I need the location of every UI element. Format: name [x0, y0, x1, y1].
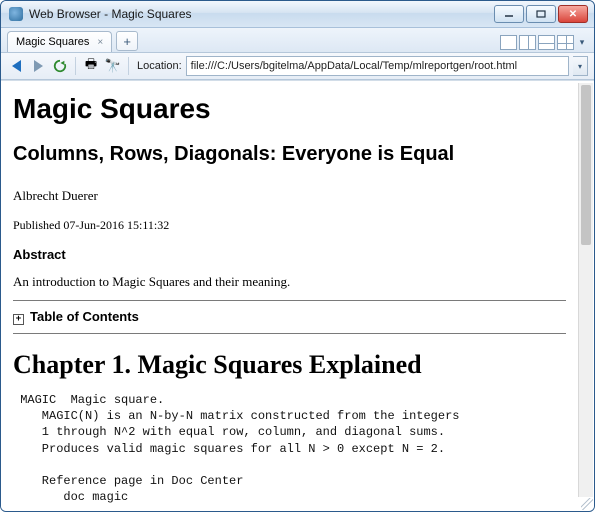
reload-icon [53, 59, 67, 73]
code-block: MAGIC Magic square. MAGIC(N) is an N-by-… [13, 392, 566, 505]
minimize-icon [504, 10, 514, 18]
chevron-down-icon: ▾ [578, 62, 582, 71]
toolbar-separator [75, 57, 76, 75]
binoculars-icon: 🔭 [105, 58, 121, 74]
nav-toolbar: 🖶 🔭 Location: file:///C:/Users/bgitelma/… [1, 53, 594, 80]
toc-label: Table of Contents [30, 309, 139, 324]
chevron-down-icon: ▾ [580, 37, 585, 47]
minimize-button[interactable] [494, 5, 524, 23]
close-button[interactable]: ✕ [558, 5, 588, 23]
divider [13, 333, 566, 334]
window-buttons: ✕ [494, 5, 588, 23]
print-icon: 🖶 [85, 55, 97, 77]
tab-close-icon[interactable]: × [97, 37, 103, 48]
chapter-heading: Chapter 1. Magic Squares Explained [13, 350, 566, 380]
resize-grip-icon[interactable] [581, 498, 593, 510]
app-logo-icon [9, 7, 23, 21]
page-title: Magic Squares [13, 93, 566, 125]
divider [13, 300, 566, 301]
location-url: file:///C:/Users/bgitelma/AppData/Local/… [191, 60, 517, 72]
titlebar: Web Browser - Magic Squares ✕ [1, 1, 594, 28]
close-icon: ✕ [569, 9, 577, 20]
tabs: Magic Squares × + [7, 31, 500, 52]
layout-split-vertical-button[interactable] [519, 35, 536, 50]
arrow-right-icon [34, 60, 43, 72]
abstract-heading: Abstract [13, 247, 566, 262]
arrow-left-icon [12, 60, 21, 72]
print-button[interactable]: 🖶 [82, 57, 100, 75]
vertical-scrollbar[interactable] [578, 83, 593, 497]
find-button[interactable]: 🔭 [104, 57, 122, 75]
forward-button[interactable] [29, 57, 47, 75]
tab-magic-squares[interactable]: Magic Squares × [7, 31, 112, 52]
tab-layout-controls: ▾ [500, 35, 588, 52]
page-subtitle: Columns, Rows, Diagonals: Everyone is Eq… [13, 143, 566, 166]
location-label: Location: [137, 60, 182, 72]
table-of-contents[interactable]: + Table of Contents [13, 309, 566, 325]
tab-label: Magic Squares [16, 36, 89, 48]
plus-icon: + [123, 34, 131, 49]
maximize-button[interactable] [526, 5, 556, 23]
location-dropdown-button[interactable]: ▾ [573, 56, 588, 76]
new-tab-button[interactable]: + [116, 31, 138, 51]
layout-single-button[interactable] [500, 35, 517, 50]
location-input[interactable]: file:///C:/Users/bgitelma/AppData/Local/… [186, 56, 569, 76]
reload-button[interactable] [51, 57, 69, 75]
tabstrip: Magic Squares × + ▾ [1, 28, 594, 53]
back-button[interactable] [7, 57, 25, 75]
published-line: Published 07-Jun-2016 15:11:32 [13, 218, 566, 233]
layout-quad-button[interactable] [557, 35, 574, 50]
layout-split-horizontal-button[interactable] [538, 35, 555, 50]
toolbar-separator [128, 57, 129, 75]
author-line: Albrecht Duerer [13, 188, 566, 204]
scrollbar-thumb[interactable] [581, 85, 591, 245]
content-area: Magic Squares Columns, Rows, Diagonals: … [1, 80, 594, 511]
document-view: Magic Squares Columns, Rows, Diagonals: … [1, 81, 578, 511]
abstract-text: An introduction to Magic Squares and the… [13, 274, 566, 290]
browser-window: Web Browser - Magic Squares ✕ Magic Squa… [0, 0, 595, 512]
maximize-icon [536, 10, 546, 18]
window-title: Web Browser - Magic Squares [29, 7, 494, 21]
tab-menu-button[interactable]: ▾ [576, 37, 588, 48]
toc-expand-icon[interactable]: + [13, 314, 24, 325]
